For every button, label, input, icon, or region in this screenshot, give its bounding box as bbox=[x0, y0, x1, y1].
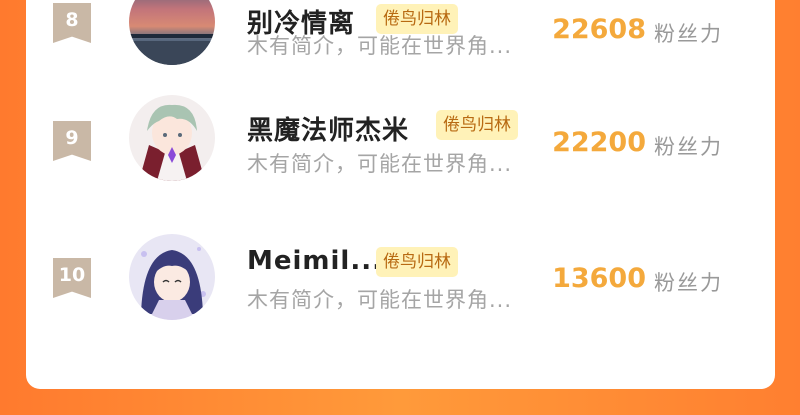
fans-count: 22608 bbox=[552, 14, 646, 45]
anime-girl-avatar-image bbox=[129, 234, 215, 320]
fans-count: 13600 bbox=[552, 263, 646, 294]
avatar[interactable] bbox=[129, 0, 215, 65]
sunset-sea-avatar-image bbox=[129, 0, 215, 65]
user-intro: 木有简介，可能在世界角... bbox=[247, 288, 513, 312]
ranking-row[interactable]: 8 别冷情离 倦鸟归林 木有简介，可能在世界角... 22608 粉丝力 bbox=[26, 0, 775, 100]
ranking-row[interactable]: 10 Meimil... 倦鸟归林 木有简介，可能在世界角... 13600 粉… bbox=[26, 234, 775, 368]
fan-ranking-card: 8 别冷情离 倦鸟归林 木有简介，可能在世界角... 22608 粉丝力 9 黑… bbox=[26, 0, 775, 389]
rank-badge: 8 bbox=[53, 3, 91, 43]
ranking-row[interactable]: 9 黑魔法师杰米 倦鸟归林 木有简介，可能在世界角... 22200 粉丝力 bbox=[26, 95, 775, 232]
user-intro: 木有简介，可能在世界角... bbox=[247, 34, 513, 58]
user-name[interactable]: 黑魔法师杰米 bbox=[247, 110, 409, 147]
group-tag: 倦鸟归林 bbox=[376, 247, 458, 277]
anime-mage-avatar-image bbox=[129, 95, 215, 181]
fans-count: 22200 bbox=[552, 127, 646, 158]
fans-unit-label: 粉丝力 bbox=[654, 271, 723, 295]
fans-unit-label: 粉丝力 bbox=[654, 135, 723, 159]
avatar[interactable] bbox=[129, 234, 215, 320]
rank-badge: 10 bbox=[53, 258, 91, 298]
rank-badge: 9 bbox=[53, 121, 91, 161]
avatar[interactable] bbox=[129, 95, 215, 181]
user-intro: 木有简介，可能在世界角... bbox=[247, 152, 513, 176]
group-tag: 倦鸟归林 bbox=[436, 110, 518, 140]
fans-unit-label: 粉丝力 bbox=[654, 22, 723, 46]
user-name[interactable]: Meimil... bbox=[247, 246, 383, 276]
